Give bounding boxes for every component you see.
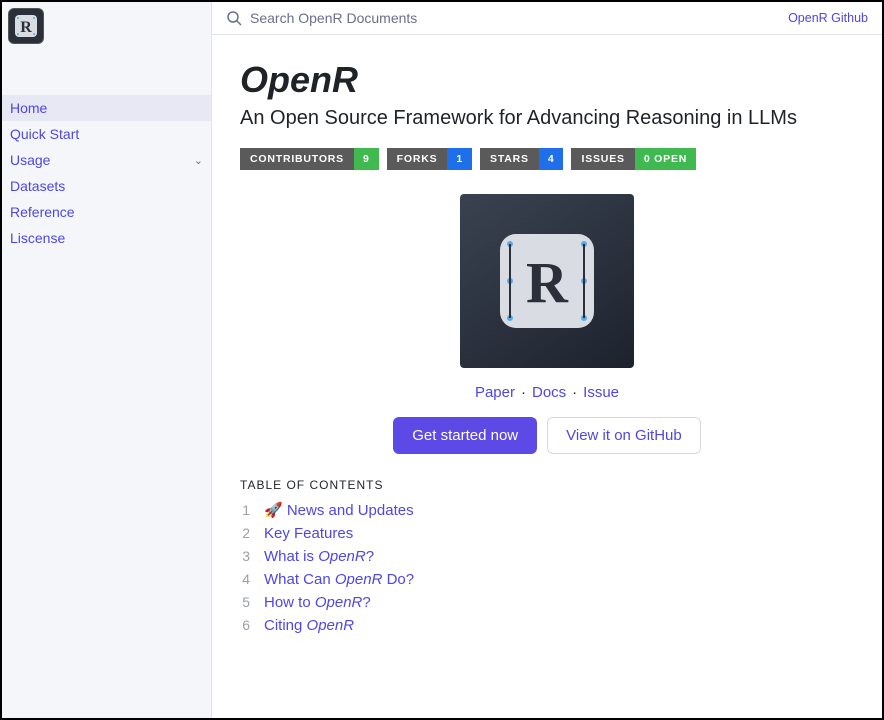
badge-stars[interactable]: STARS4: [480, 148, 563, 170]
sidebar: R Home Quick Start Usage ⌄ Datasets Reference…: [2, 2, 212, 718]
sidebar-item-reference[interactable]: Reference: [2, 199, 211, 225]
svg-text:R: R: [526, 250, 569, 315]
toc-link[interactable]: What is OpenR?: [264, 548, 374, 565]
toc-item: Citing OpenR: [240, 614, 854, 637]
hero-links: Paper · Docs · Issue: [475, 384, 619, 401]
toc-link[interactable]: Citing OpenR: [264, 617, 354, 634]
sidebar-item-label: Quick Start: [10, 126, 79, 142]
sidebar-item-quick-start[interactable]: Quick Start: [2, 121, 211, 147]
toc-item: Key Features: [240, 522, 854, 545]
search-icon: [226, 10, 242, 26]
hero-logo: R: [460, 194, 634, 368]
toc-title: TABLE OF CONTENTS: [240, 478, 854, 492]
topbar: OpenR Github: [212, 2, 882, 35]
badge-label: FORKS: [387, 148, 448, 170]
main: OpenR Github OpenR An Open Source Framew…: [212, 2, 882, 718]
link-issue[interactable]: Issue: [583, 384, 619, 401]
app-logo[interactable]: R: [8, 8, 44, 44]
badges-row: CONTRIBUTORS9 FORKS1 STARS4 ISSUES0 OPEN: [240, 148, 854, 170]
hero: R Paper · Docs · Issue Get started now V…: [240, 194, 854, 478]
badge-value: 1: [447, 148, 472, 170]
sidebar-nav: Home Quick Start Usage ⌄ Datasets Reference Li…: [2, 95, 211, 251]
separator: ·: [572, 384, 577, 401]
logo-container: R: [2, 2, 211, 50]
toc-item: How to OpenR?: [240, 591, 854, 614]
toc-link[interactable]: How to OpenR?: [264, 594, 371, 611]
badge-label: ISSUES: [571, 148, 634, 170]
sidebar-item-label: Home: [10, 100, 47, 116]
get-started-button[interactable]: Get started now: [393, 417, 537, 454]
link-docs[interactable]: Docs: [532, 384, 566, 401]
hero-logo-icon: R: [492, 226, 602, 336]
sidebar-item-usage[interactable]: Usage ⌄: [2, 147, 211, 173]
search-input[interactable]: [250, 10, 780, 26]
badge-label: STARS: [480, 148, 539, 170]
toc-link[interactable]: 🚀 News and Updates: [264, 501, 414, 519]
cta-row: Get started now View it on GitHub: [393, 417, 701, 454]
badge-contributors[interactable]: CONTRIBUTORS9: [240, 148, 379, 170]
logo-icon: R: [12, 12, 40, 40]
separator: ·: [521, 384, 526, 401]
badge-label: CONTRIBUTORS: [240, 148, 354, 170]
view-github-button[interactable]: View it on GitHub: [547, 417, 701, 454]
github-link[interactable]: OpenR Github: [788, 11, 868, 25]
toc-list: 🚀 News and Updates Key Features What is Op…: [240, 498, 854, 637]
page-title: OpenR: [240, 59, 854, 101]
chevron-down-icon: ⌄: [194, 154, 203, 167]
toc-item: 🚀 News and Updates: [240, 498, 854, 522]
badge-value: 9: [354, 148, 379, 170]
sidebar-item-label: Usage: [10, 152, 50, 168]
toc-item: What Can OpenR Do?: [240, 568, 854, 591]
sidebar-item-liscense[interactable]: Liscense: [2, 225, 211, 251]
sidebar-item-label: Reference: [10, 204, 75, 220]
badge-issues[interactable]: ISSUES0 OPEN: [571, 148, 696, 170]
badge-value: 4: [539, 148, 564, 170]
link-paper[interactable]: Paper: [475, 384, 515, 401]
badge-forks[interactable]: FORKS1: [387, 148, 472, 170]
toc-item: What is OpenR?: [240, 545, 854, 568]
toc-link[interactable]: Key Features: [264, 525, 353, 542]
content: OpenR An Open Source Framework for Advan…: [212, 35, 882, 718]
sidebar-item-label: Liscense: [10, 230, 65, 246]
svg-text:R: R: [20, 19, 32, 36]
page-subtitle: An Open Source Framework for Advancing R…: [240, 107, 854, 130]
sidebar-item-home[interactable]: Home: [2, 95, 211, 121]
badge-value: 0 OPEN: [635, 148, 696, 170]
sidebar-item-datasets[interactable]: Datasets: [2, 173, 211, 199]
sidebar-item-label: Datasets: [10, 178, 65, 194]
toc-link[interactable]: What Can OpenR Do?: [264, 571, 414, 588]
